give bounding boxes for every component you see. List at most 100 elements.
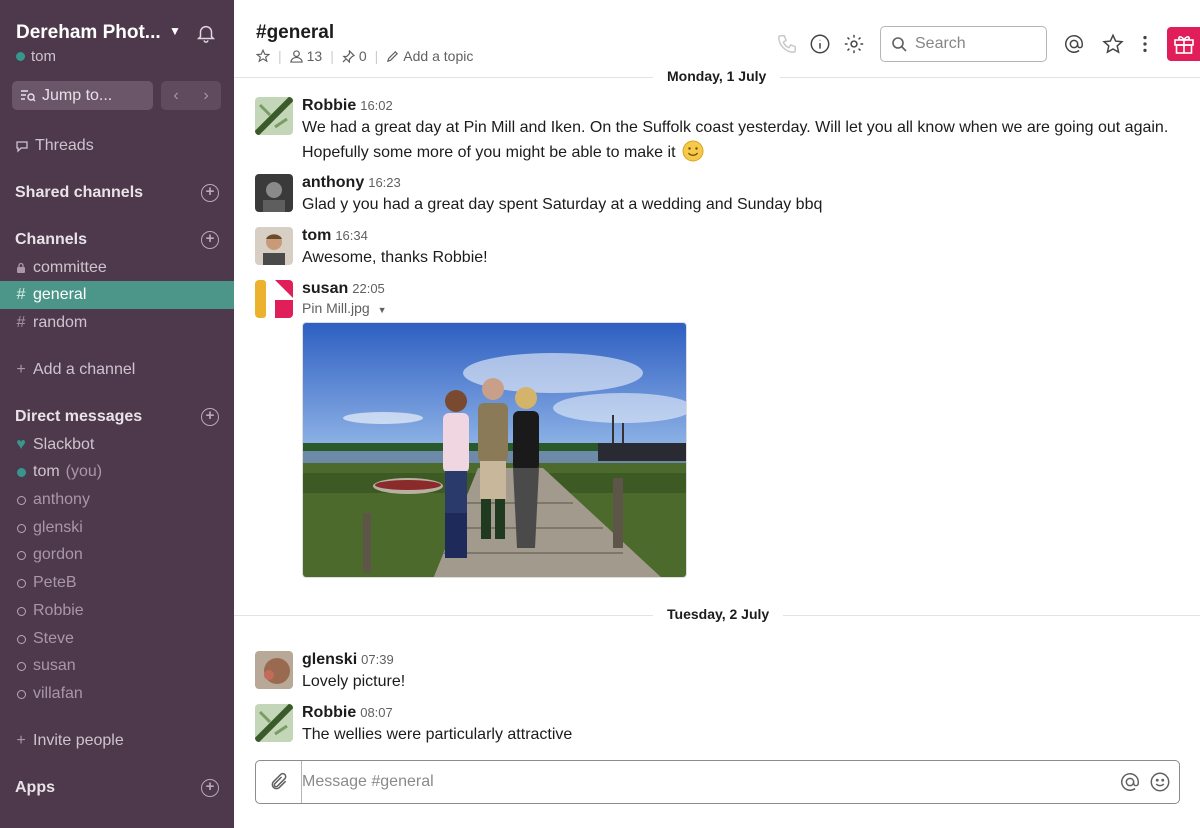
day-divider: Tuesday, 2 July <box>234 606 1200 626</box>
message-text: Lovely picture! <box>302 673 406 690</box>
avatar[interactable] <box>255 174 293 212</box>
add-shared-channel-icon[interactable]: + <box>201 184 219 202</box>
channels-label: Channels <box>15 231 88 248</box>
channel-name: random <box>33 314 88 331</box>
apps-heading[interactable]: Apps + <box>0 774 234 802</box>
history-nav: ‹ › <box>161 81 221 110</box>
sidebar: Dereham Phot... ▼ tom Jump to... ‹ › Thr… <box>0 0 234 828</box>
search-input[interactable]: Search <box>880 26 1047 62</box>
pin-count[interactable]: 0 <box>342 48 367 64</box>
forward-arrow-icon[interactable]: › <box>203 87 208 105</box>
workspace-name[interactable]: Dereham Phot... <box>16 22 161 44</box>
pencil-icon <box>387 50 399 62</box>
dm-item-robbie[interactable]: Robbie <box>0 597 234 625</box>
sidebar-item-random[interactable]: # random <box>0 309 234 337</box>
message-time[interactable]: 16:23 <box>368 175 401 190</box>
dm-item-villafan[interactable]: villafan <box>0 680 234 708</box>
dm-name: Robbie <box>33 602 84 619</box>
message-author[interactable]: glenski <box>302 651 357 668</box>
avatar[interactable] <box>255 651 293 689</box>
message-author[interactable]: Robbie <box>302 704 356 721</box>
lock-icon <box>17 262 25 273</box>
plus-icon: + <box>16 732 26 749</box>
file-attachment[interactable]: Pin Mill.jpg ▼ <box>302 300 1185 316</box>
add-app-icon[interactable]: + <box>201 779 219 797</box>
dm-item-tom[interactable]: tom (you) <box>0 458 234 486</box>
dm-item-peteb[interactable]: PeteB <box>0 569 234 597</box>
dm-name: gordon <box>33 546 83 563</box>
sidebar-item-committee[interactable]: committee <box>0 254 234 282</box>
bell-icon[interactable] <box>195 22 217 44</box>
avatar[interactable] <box>255 280 293 318</box>
current-user-name: tom <box>31 48 57 65</box>
message-time[interactable]: 08:07 <box>360 705 393 720</box>
message-time[interactable]: 16:34 <box>335 228 368 243</box>
message-author[interactable]: Robbie <box>302 97 356 114</box>
channel-name: committee <box>33 259 107 276</box>
star-icon[interactable] <box>256 49 270 63</box>
message-author[interactable]: susan <box>302 280 348 297</box>
avatar[interactable] <box>255 704 293 742</box>
message-text: The wellies were particularly attractive <box>302 726 573 743</box>
search-icon <box>892 37 907 52</box>
dm-item-slackbot[interactable]: ♥ Slackbot <box>0 431 234 459</box>
phone-icon[interactable] <box>776 33 798 55</box>
dm-item-steve[interactable]: Steve <box>0 625 234 653</box>
apps-label: Apps <box>15 779 55 796</box>
threads-link[interactable]: Threads <box>0 132 234 160</box>
plus-icon: + <box>16 361 26 378</box>
dm-name: PeteB <box>33 574 77 591</box>
message-time[interactable]: 07:39 <box>361 652 394 667</box>
caret-down-icon[interactable]: ▼ <box>378 305 387 315</box>
attached-photo[interactable] <box>302 322 687 578</box>
message-time[interactable]: 16:02 <box>360 98 393 113</box>
dm-item-susan[interactable]: susan <box>0 652 234 680</box>
emoji-icon[interactable] <box>1149 771 1171 793</box>
member-count[interactable]: 13 <box>289 48 322 64</box>
channel-title[interactable]: #general <box>256 22 334 44</box>
jump-label: Jump to... <box>42 86 113 104</box>
starred-items-icon[interactable] <box>1102 33 1124 55</box>
dm-item-anthony[interactable]: anthony <box>0 486 234 514</box>
add-channel-link[interactable]: + Add a channel <box>0 356 234 384</box>
mention-icon[interactable] <box>1119 771 1141 793</box>
message-time[interactable]: 22:05 <box>352 281 385 296</box>
info-icon[interactable] <box>809 33 831 55</box>
channels-heading[interactable]: Channels + <box>0 226 234 254</box>
day-label: Monday, 1 July <box>653 68 781 84</box>
more-options-icon[interactable] <box>1134 33 1156 55</box>
dm-name: susan <box>33 657 76 674</box>
gift-button[interactable] <box>1167 27 1200 61</box>
message-composer <box>255 760 1180 804</box>
back-arrow-icon[interactable]: ‹ <box>173 87 178 105</box>
message-author[interactable]: tom <box>302 227 331 244</box>
gear-icon[interactable] <box>843 33 865 55</box>
chevron-down-icon[interactable]: ▼ <box>169 24 181 38</box>
add-topic-link[interactable]: Add a topic <box>386 48 473 64</box>
dm-name: glenski <box>33 519 83 536</box>
avatar[interactable] <box>255 227 293 265</box>
away-status-icon <box>16 661 26 671</box>
dm-heading[interactable]: Direct messages + <box>0 403 234 431</box>
away-status-icon <box>16 550 26 560</box>
message-author[interactable]: anthony <box>302 174 364 191</box>
mentions-icon[interactable] <box>1063 33 1085 55</box>
add-channel-icon[interactable]: + <box>201 231 219 249</box>
dm-item-glenski[interactable]: glenski <box>0 514 234 542</box>
hash-icon: # <box>16 314 26 331</box>
away-status-icon <box>16 578 26 588</box>
threads-icon <box>16 141 28 153</box>
invite-people-link[interactable]: + Invite people <box>0 727 234 755</box>
attach-button[interactable] <box>256 761 302 803</box>
message-input[interactable] <box>302 762 1119 802</box>
dm-name: anthony <box>33 491 90 508</box>
dm-item-gordon[interactable]: gordon <box>0 541 234 569</box>
jump-to-button[interactable]: Jump to... <box>12 81 153 110</box>
away-status-icon <box>16 495 26 505</box>
avatar[interactable] <box>255 97 293 135</box>
away-status-icon <box>16 634 26 644</box>
add-dm-icon[interactable]: + <box>201 408 219 426</box>
shared-channels-heading[interactable]: Shared channels + <box>0 179 234 207</box>
sidebar-item-general[interactable]: # general <box>0 281 234 309</box>
message-text: We had a great day at Pin Mill and Iken.… <box>302 119 1169 161</box>
